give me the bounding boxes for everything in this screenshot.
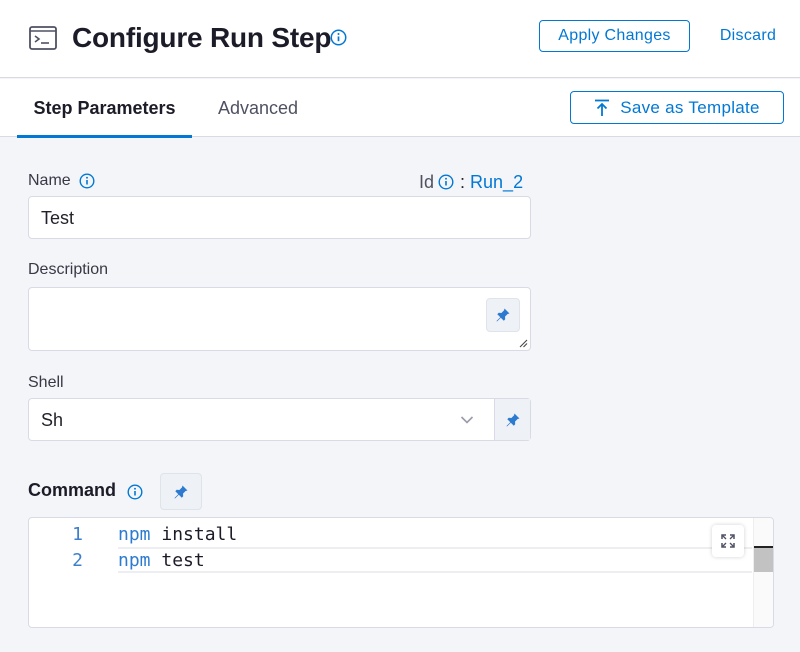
active-line-highlight [118,547,752,573]
command-pin-button[interactable] [160,473,202,510]
editor-scrollbar[interactable] [753,518,773,627]
id-value[interactable]: Run_2 [470,172,523,193]
tabs-bar: Step Parameters Advanced Save as Templat… [0,79,800,138]
code-keyword: npm [118,524,151,545]
tab-step-parameters[interactable]: Step Parameters [17,79,192,138]
line-number: 1 [72,524,83,545]
resize-handle-icon[interactable] [518,338,528,348]
shell-select[interactable]: Sh [28,398,531,441]
pin-icon [174,485,188,498]
header: Configure Run Step Apply Changes Discard [0,0,800,78]
info-icon[interactable] [330,29,347,46]
chevron-down-icon [460,416,474,424]
code-line[interactable]: npm install [118,524,237,545]
name-input-value: Test [41,208,75,228]
shell-label: Shell [28,374,64,391]
code-rest: test [150,550,205,571]
id-separator: : [460,171,466,192]
pin-icon [496,308,510,322]
name-input[interactable]: Test [28,196,531,239]
name-label: Name [28,172,71,189]
pin-icon [506,413,519,426]
command-editor[interactable]: 1 npm install 2 npm test [28,517,774,628]
code-line[interactable]: npm test [118,550,205,571]
discard-button[interactable]: Discard [710,20,786,52]
cursor-ruler-mark [754,546,773,548]
terminal-icon [29,26,57,50]
code-rest: install [150,524,238,545]
command-label: Command [28,480,117,500]
id-info-icon[interactable] [438,174,454,190]
shell-pin-button[interactable] [495,399,530,440]
id-row: Id : Run_2 [419,171,523,193]
description-pin-button[interactable] [486,298,520,332]
line-number: 2 [72,550,83,571]
apply-changes-button[interactable]: Apply Changes [539,20,690,52]
tab-advanced[interactable]: Advanced [205,79,311,137]
upload-icon [595,99,610,116]
id-label: Id [419,171,435,192]
code-keyword: npm [118,550,151,571]
expand-editor-button[interactable] [712,525,744,557]
shell-select-value: Sh [41,410,64,430]
scrollbar-thumb[interactable] [754,546,773,572]
command-info-icon[interactable] [127,484,143,500]
save-as-template-button[interactable]: Save as Template [570,91,784,124]
name-info-icon[interactable] [79,173,95,189]
save-as-template-label: Save as Template [620,97,760,117]
page-title: Configure Run Step [72,22,332,53]
expand-icon [721,534,735,548]
description-label: Description [28,261,109,278]
description-textarea[interactable] [28,287,531,351]
